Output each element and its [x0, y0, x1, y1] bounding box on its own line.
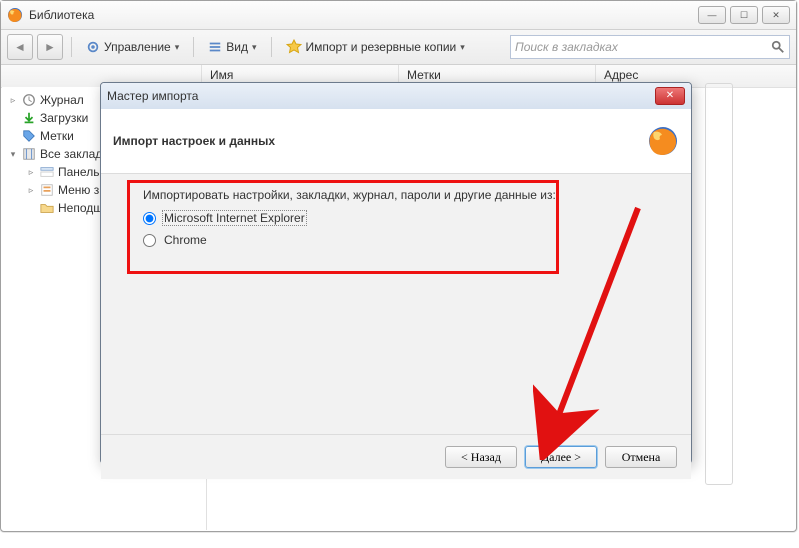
minimize-button[interactable]: [698, 6, 726, 24]
option-chrome[interactable]: Chrome: [143, 232, 209, 248]
manage-label: Управление: [104, 40, 171, 54]
dialog-header: Импорт настроек и данных: [101, 109, 691, 174]
firefox-logo-icon: [647, 125, 679, 157]
window-title: Библиотека: [29, 1, 94, 29]
dialog-titlebar[interactable]: Мастер импорта ✕: [101, 83, 691, 109]
option-ie-label: Microsoft Internet Explorer: [162, 210, 307, 226]
window-controls: [698, 6, 790, 24]
search-input[interactable]: Поиск в закладках: [510, 35, 790, 59]
cancel-button[interactable]: Отмена: [605, 446, 677, 468]
dialog-buttons: < Назад Далее > Отмена: [101, 434, 691, 479]
separator: [193, 37, 194, 57]
radio-chrome[interactable]: [143, 234, 156, 247]
bookmarks-icon: [22, 147, 36, 161]
import-label: Импорт и резервные копии: [306, 40, 457, 54]
manage-menu[interactable]: Управление: [80, 35, 185, 59]
separator: [271, 37, 272, 57]
search-icon: [771, 40, 785, 54]
firefox-icon: [7, 7, 23, 23]
dialog-heading: Импорт настроек и данных: [113, 134, 275, 148]
radio-ie[interactable]: [143, 212, 156, 225]
next-button[interactable]: Далее >: [525, 446, 597, 468]
back-button[interactable]: ◄: [7, 34, 33, 60]
dialog-body: Импортировать настройки, закладки, журна…: [101, 174, 691, 434]
clock-icon: [22, 93, 36, 107]
titlebar[interactable]: Библиотека: [1, 1, 796, 30]
download-icon: [22, 111, 36, 125]
view-label: Вид: [226, 40, 248, 54]
list-icon: [208, 40, 222, 54]
forward-button[interactable]: ►: [37, 34, 63, 60]
back-button[interactable]: < Назад: [445, 446, 517, 468]
toolbar: ◄ ► Управление Вид Импорт и резервные ко…: [1, 30, 796, 65]
view-menu[interactable]: Вид: [202, 35, 262, 59]
option-ie[interactable]: Microsoft Internet Explorer: [143, 210, 307, 226]
close-window-button[interactable]: [762, 6, 790, 24]
menu-icon: [40, 183, 54, 197]
dialog-title: Мастер импорта: [107, 83, 198, 109]
import-wizard-dialog: Мастер импорта ✕ Импорт настроек и данны…: [100, 82, 692, 464]
import-question: Импортировать настройки, закладки, журна…: [143, 188, 556, 202]
star-icon: [286, 39, 302, 55]
import-backup-menu[interactable]: Импорт и резервные копии: [280, 35, 471, 59]
search-placeholder: Поиск в закладках: [515, 40, 618, 54]
separator: [71, 37, 72, 57]
maximize-button[interactable]: [730, 6, 758, 24]
background-pane: [705, 83, 733, 485]
tag-icon: [22, 129, 36, 143]
panel-icon: [40, 165, 54, 179]
close-dialog-button[interactable]: ✕: [655, 87, 685, 105]
folder-icon: [40, 201, 54, 215]
gear-icon: [86, 40, 100, 54]
option-chrome-label: Chrome: [162, 232, 209, 248]
